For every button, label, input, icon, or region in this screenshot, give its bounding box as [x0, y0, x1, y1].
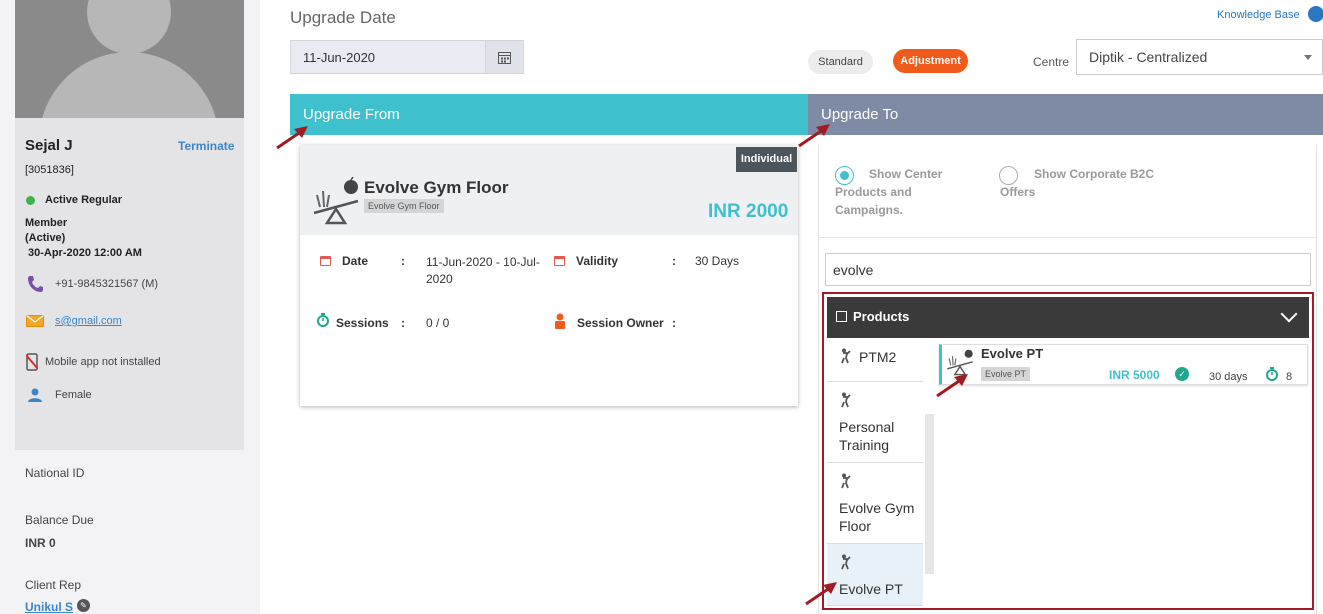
validity-label: Validity	[576, 254, 619, 268]
check-circle-icon: ✓	[1175, 367, 1189, 381]
trainer-icon	[839, 348, 851, 368]
stopwatch-icon	[1266, 367, 1278, 381]
package-type-badge: Individual	[736, 147, 797, 172]
phone-icon	[25, 275, 45, 293]
client-name: Sejal J	[25, 137, 73, 154]
knowledge-base-icon[interactable]	[1308, 6, 1323, 22]
session-owner-label: Session Owner	[577, 316, 664, 330]
show-center-products-label: Show Center Products and Campaigns.	[835, 167, 943, 217]
mobile-off-icon	[25, 353, 39, 371]
balance-label: Balance Due	[25, 513, 94, 527]
calendar-icon	[498, 51, 511, 64]
centre-select[interactable]: Diptik - Centralized	[1076, 39, 1323, 75]
member-info: Member (Active) 30-Apr-2020 12:00 AM	[25, 217, 142, 259]
client-sidebar: Sejal J Terminate [3051836] Active Regul…	[0, 0, 260, 614]
box-icon	[836, 311, 847, 322]
category-item-active[interactable]: Evolve PT	[827, 544, 923, 606]
gym-balance-icon	[947, 349, 973, 376]
product-price: INR 5000	[1109, 368, 1160, 382]
product-card[interactable]: Evolve PT Evolve PT INR 5000 ✓ 30 days 8	[939, 344, 1308, 385]
category-scrollbar[interactable]	[925, 414, 934, 574]
package-name: Evolve Gym Floor	[364, 178, 509, 197]
validity-value: 30 Days	[695, 254, 740, 268]
upgrade-to-panel: Show Center Products and Campaigns. Show…	[818, 145, 1317, 614]
gender-row: Female	[25, 388, 92, 402]
upgrade-from-header: Upgrade From	[290, 94, 808, 135]
profile-card: Sejal J Terminate [3051836] Active Regul…	[15, 0, 244, 450]
show-corporate-offers-label: Show Corporate B2C Offers	[1000, 167, 1155, 199]
category-item[interactable]: Evolve Gym Floor	[827, 463, 923, 544]
terminate-link[interactable]: Terminate	[178, 139, 234, 153]
offer-source-options: Show Center Products and Campaigns. Show…	[819, 145, 1316, 238]
package-price: INR 2000	[708, 201, 789, 222]
status-dot-icon	[26, 196, 35, 205]
trainer-icon	[839, 554, 923, 574]
trainer-icon	[839, 473, 923, 493]
sessions-value: 0 / 0	[426, 316, 450, 330]
centre-label: Centre	[1033, 55, 1070, 69]
upgrade-to-header: Upgrade To	[808, 94, 1323, 135]
edit-icon[interactable]: ✎	[77, 599, 90, 612]
product-search-input[interactable]	[825, 253, 1311, 286]
email-link[interactable]: s@gmail.com	[55, 315, 122, 327]
app-status-row: Mobile app not installed	[25, 353, 161, 371]
session-owner-icon	[555, 313, 565, 329]
client-rep-link[interactable]: Unikul S	[25, 600, 73, 614]
avatar	[15, 0, 244, 118]
calendar-icon	[320, 256, 331, 266]
product-validity: 30 days	[1209, 371, 1248, 383]
category-item[interactable]: Personal Training	[827, 382, 923, 463]
adjustment-toggle[interactable]: Adjustment	[893, 49, 968, 73]
trainer-icon	[839, 392, 923, 412]
category-item[interactable]: PTM2	[827, 338, 923, 382]
product-tag: Evolve PT	[981, 367, 1031, 381]
client-rep-label: Client Rep	[25, 578, 82, 592]
balance-value: INR 0	[25, 536, 56, 550]
email-row: s@gmail.com	[25, 315, 122, 327]
product-sessions: 8	[1286, 371, 1293, 383]
products-section: Products PTM2 Personal Training Evolve G…	[822, 292, 1314, 610]
national-id-label: National ID	[25, 466, 85, 480]
membership-status: Active Regular	[45, 194, 123, 206]
chevron-down-icon[interactable]	[1280, 305, 1298, 323]
chevron-down-icon	[1304, 55, 1312, 60]
calendar-button[interactable]	[485, 41, 523, 73]
date-value: 11-Jun-2020 - 10-Jul-2020	[426, 255, 540, 286]
gym-balance-icon	[313, 177, 359, 225]
standard-toggle[interactable]: Standard	[808, 50, 873, 74]
upgrade-date-label: Upgrade Date	[290, 8, 396, 27]
client-id: [3051836]	[25, 164, 74, 176]
user-icon	[25, 388, 45, 402]
category-list: PTM2 Personal Training Evolve Gym Floor …	[827, 338, 923, 610]
mail-icon	[25, 315, 45, 327]
products-header[interactable]: Products	[827, 297, 1309, 338]
product-name: Evolve PT	[981, 346, 1044, 361]
knowledge-base-link[interactable]: Knowledge Base	[1217, 9, 1300, 21]
upgrade-date-input[interactable]	[291, 41, 485, 73]
calendar-icon	[554, 256, 565, 266]
date-label: Date	[342, 254, 369, 268]
current-package-card: Individual Evolve Gym Floor Evolve Gym F…	[300, 145, 798, 406]
phone-row: +91-9845321567 (M)	[25, 275, 158, 293]
package-tag: Evolve Gym Floor	[364, 199, 444, 213]
sessions-label: Sessions	[336, 316, 389, 330]
stopwatch-icon	[317, 313, 329, 327]
upgrade-date-field	[290, 40, 524, 74]
